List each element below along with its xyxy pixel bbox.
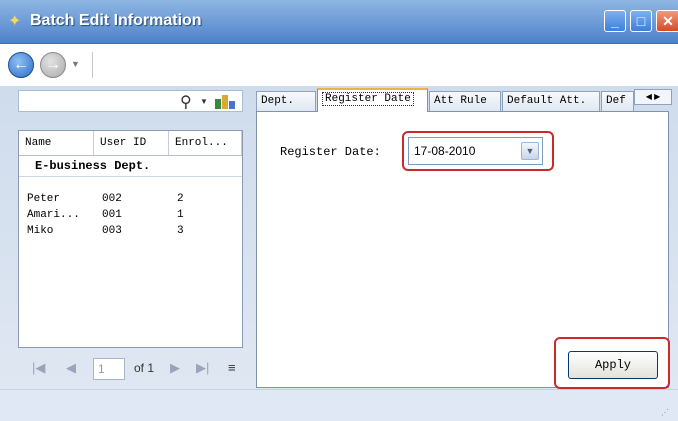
tab-default-att[interactable]: Default Att. [502, 91, 600, 112]
highlight-apply [554, 337, 670, 389]
highlight-register-date [402, 131, 554, 171]
maximize-icon[interactable]: □ [630, 10, 652, 32]
tab-att-rule[interactable]: Att Rule [429, 91, 501, 112]
register-date-label: Register Date: [280, 145, 381, 159]
tab-label: Register Date [322, 92, 414, 106]
group-divider [19, 176, 242, 177]
cell-enrol: 2 [177, 193, 184, 205]
search-input[interactable] [18, 90, 243, 112]
navigation-bar: ← → ▼ [0, 44, 678, 86]
table-row[interactable]: Peter 002 2 [19, 193, 242, 209]
title-bar: ✦ Batch Edit Information _ □ ✕ [0, 0, 678, 44]
header-divider [19, 155, 242, 156]
column-header-name[interactable]: Name [19, 131, 94, 155]
forward-arrow-icon[interactable]: → [40, 52, 66, 78]
tab-label: Default Att. [507, 95, 587, 107]
tab-scroll-buttons[interactable]: ◀ ▶ [634, 89, 672, 105]
table-row[interactable]: Amari... 001 1 [19, 209, 242, 225]
tab-label: Def [606, 95, 626, 107]
tab-label: Dept. [261, 95, 295, 107]
cell-enrol: 3 [177, 225, 184, 237]
nav-separator [92, 52, 93, 78]
next-page-icon[interactable]: ▶ [170, 360, 180, 376]
minimize-icon[interactable]: _ [604, 10, 626, 32]
tab-scroll-left-icon[interactable]: ◀ [646, 92, 652, 101]
cell-name: Miko [27, 225, 54, 237]
back-arrow-icon[interactable]: ← [8, 52, 34, 78]
search-icon[interactable]: ⚲ [180, 92, 192, 112]
prev-page-icon[interactable]: ◀ [66, 360, 76, 376]
filter-icon[interactable] [214, 92, 236, 110]
resize-grip-icon[interactable]: ⋰ [661, 408, 670, 417]
tab-dept[interactable]: Dept. [256, 91, 316, 112]
window-title: Batch Edit Information [30, 12, 202, 29]
first-page-icon[interactable]: |◀ [32, 360, 45, 376]
employee-grid: Name User ID Enrol... E-business Dept. P… [18, 130, 243, 348]
tab-strip: Dept. Register Date Att Rule Default Att… [256, 88, 673, 112]
cell-user-id: 003 [102, 225, 122, 237]
close-icon[interactable]: ✕ [656, 10, 678, 32]
tab-scroll-right-icon[interactable]: ▶ [654, 92, 660, 101]
column-header-user-id[interactable]: User ID [94, 131, 169, 155]
tab-def[interactable]: Def [601, 91, 634, 112]
app-icon: ✦ [8, 13, 22, 30]
page-number-input[interactable]: 1 [93, 358, 125, 380]
cell-name: Amari... [27, 209, 80, 221]
cell-enrol: 1 [177, 209, 184, 221]
history-dropdown-icon[interactable]: ▼ [71, 59, 80, 69]
pager-menu-icon[interactable]: ≡ [228, 360, 236, 375]
last-page-icon[interactable]: ▶| [196, 360, 209, 376]
tab-register-date[interactable]: Register Date [317, 88, 428, 112]
cell-user-id: 001 [102, 209, 122, 221]
cell-user-id: 002 [102, 193, 122, 205]
status-bar: ⋰ [0, 389, 678, 421]
table-row[interactable]: Miko 003 3 [19, 225, 242, 241]
page-count-label: of 1 [134, 361, 155, 375]
group-row[interactable]: E-business Dept. [35, 159, 150, 173]
search-dropdown-icon[interactable]: ▼ [200, 97, 208, 106]
tab-label: Att Rule [434, 95, 487, 107]
column-header-enrol[interactable]: Enrol... [169, 131, 242, 155]
pager: |◀ ◀ 1 of 1 ▶ ▶| ≡ [18, 352, 243, 384]
cell-name: Peter [27, 193, 61, 205]
